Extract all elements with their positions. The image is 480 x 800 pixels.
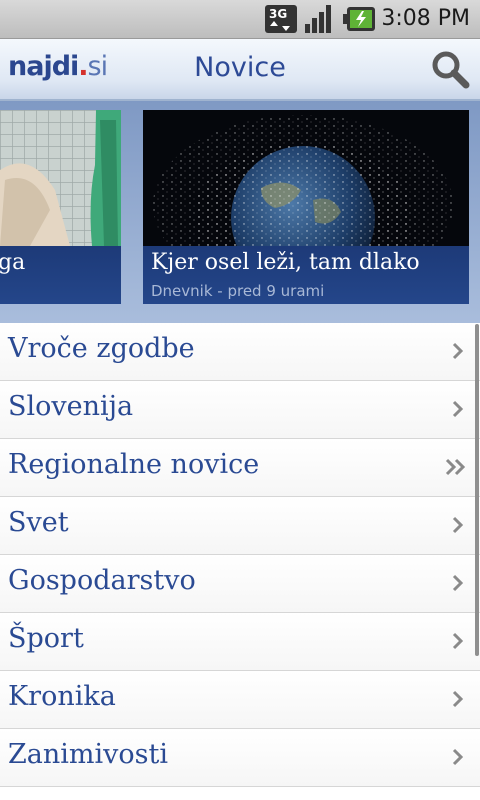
app-header: najdi.si Novice	[0, 39, 480, 101]
chevron-right-icon	[452, 690, 464, 708]
status-bar: 3G 3:08 PM	[0, 0, 480, 39]
news-card-caption: Kjer osel leži, tam dlako Dnevnik - pred…	[143, 246, 469, 304]
news-headline: Kjer osel leži, tam dlako	[151, 250, 420, 275]
battery-charging-icon	[343, 7, 375, 31]
chevron-right-icon	[452, 632, 464, 650]
clock: 3:08 PM	[381, 6, 470, 31]
chevron-right-icon	[452, 574, 464, 592]
najdi-logo[interactable]: najdi.si	[8, 51, 108, 82]
category-svet[interactable]: Svet	[0, 497, 480, 555]
category-list: Vroče zgodbe Slovenija Regionalne novice…	[0, 323, 480, 800]
chevron-right-icon	[452, 400, 464, 418]
scrollbar[interactable]	[475, 324, 479, 656]
category-slovenija[interactable]: Slovenija	[0, 381, 480, 439]
news-card[interactable]: Kjer osel leži, tam dlako Dnevnik - pred…	[143, 110, 469, 304]
signal-icon	[305, 5, 331, 33]
news-source: Dnevnik - pred 9 urami	[151, 282, 325, 300]
news-headline: ga	[0, 250, 26, 275]
svg-text:3G: 3G	[269, 7, 287, 21]
3g-data-icon: 3G	[265, 5, 297, 33]
category-label: Vroče zgodbe	[8, 333, 195, 364]
category-label: Gospodarstvo	[8, 565, 196, 596]
chevron-right-icon	[452, 516, 464, 534]
category-label: Kronika	[8, 681, 116, 712]
news-carousel[interactable]: ga Kjer osel leži, tam dlako Dnevnik - p…	[0, 101, 480, 323]
category-label: Slovenija	[8, 391, 134, 422]
double-chevron-right-icon	[445, 458, 466, 476]
chevron-right-icon	[452, 342, 464, 360]
news-card-image	[0, 110, 121, 246]
news-card-image	[143, 110, 469, 246]
category-gospodarstvo[interactable]: Gospodarstvo	[0, 555, 480, 613]
category-label: Zanimivosti	[8, 739, 168, 770]
category-label: Regionalne novice	[8, 449, 260, 480]
category-zanimivosti[interactable]: Zanimivosti	[0, 729, 480, 787]
category-sport[interactable]: Šport	[0, 613, 480, 671]
chevron-right-icon	[452, 748, 464, 766]
news-card-caption: ga	[0, 246, 121, 304]
search-icon[interactable]	[428, 47, 472, 91]
news-card[interactable]: ga	[0, 110, 121, 304]
category-kronika[interactable]: Kronika	[0, 671, 480, 729]
category-vroce-zgodbe[interactable]: Vroče zgodbe	[0, 323, 480, 381]
category-label: Šport	[8, 623, 84, 654]
category-label: Svet	[8, 507, 69, 538]
category-regionalne-novice[interactable]: Regionalne novice	[0, 439, 480, 497]
